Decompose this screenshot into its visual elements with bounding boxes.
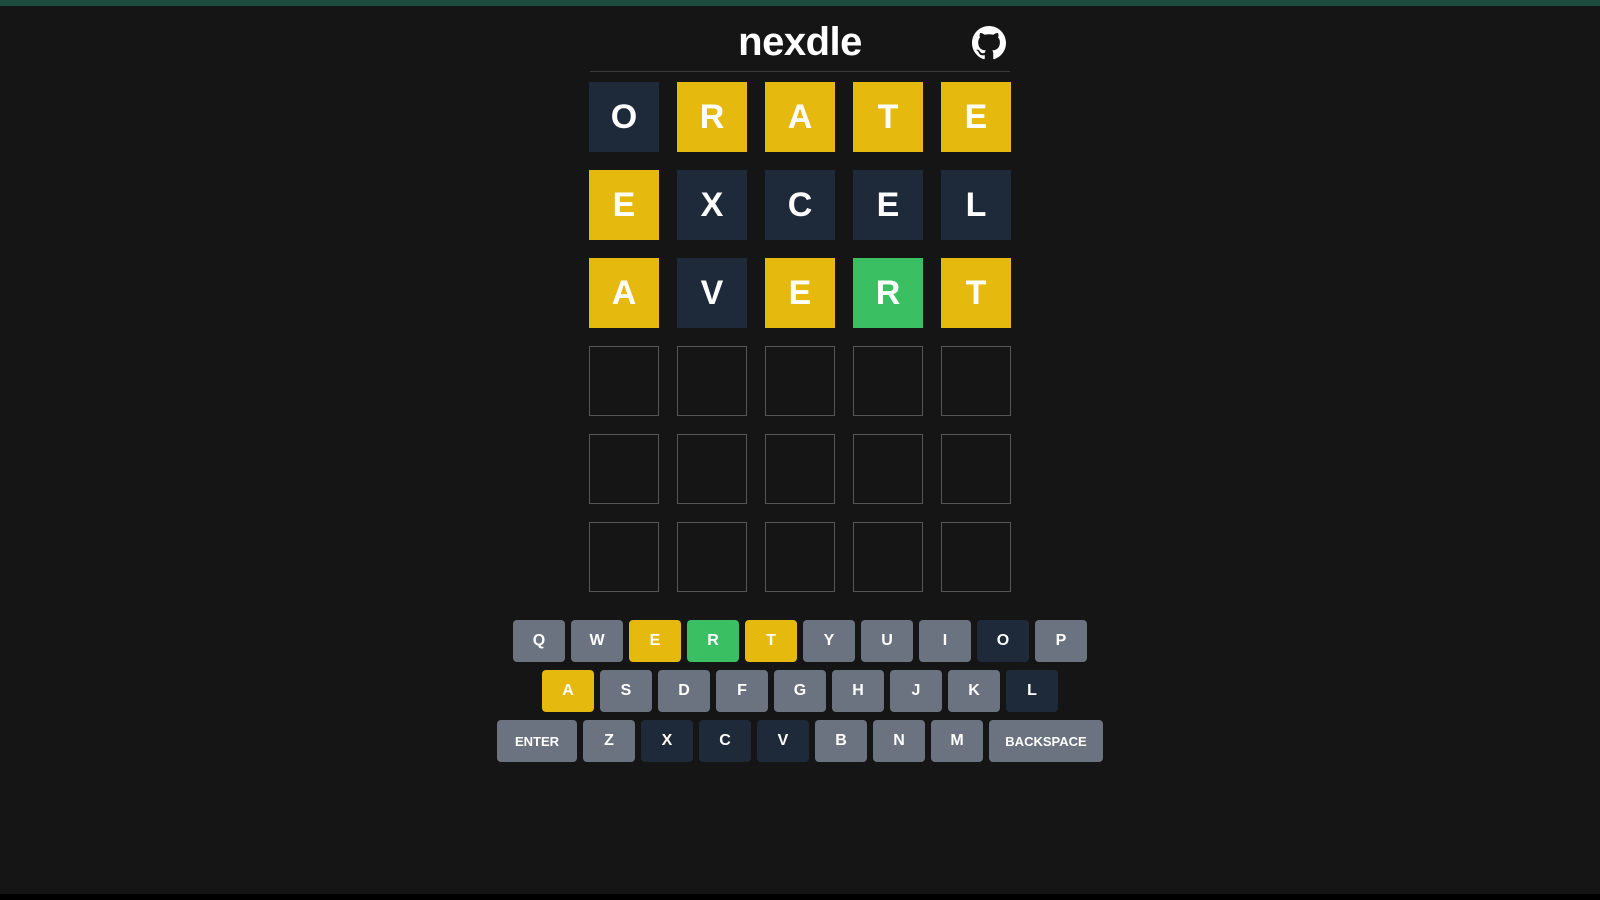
key-q[interactable]: Q [513,620,565,662]
tile: O [589,82,659,152]
enter-key[interactable]: ENTER [497,720,577,762]
tile: A [589,258,659,328]
tile: A [765,82,835,152]
tile [941,434,1011,504]
key-g[interactable]: G [774,670,826,712]
key-y[interactable]: Y [803,620,855,662]
key-n[interactable]: N [873,720,925,762]
backspace-key[interactable]: BACKSPACE [989,720,1103,762]
key-u[interactable]: U [861,620,913,662]
tile: E [589,170,659,240]
tile [853,522,923,592]
tile [853,434,923,504]
key-o[interactable]: O [977,620,1029,662]
key-v[interactable]: V [757,720,809,762]
tile [941,346,1011,416]
board-row [589,522,1011,592]
key-m[interactable]: M [931,720,983,762]
key-s[interactable]: S [600,670,652,712]
board-row: AVERT [589,258,1011,328]
key-r[interactable]: R [687,620,739,662]
keyboard-row: ENTERZXCVBNMBACKSPACE [497,720,1103,762]
board-row: ORATE [589,82,1011,152]
tile [589,522,659,592]
github-link[interactable] [972,26,1006,60]
tile: T [941,258,1011,328]
tile [589,346,659,416]
key-d[interactable]: D [658,670,710,712]
key-z[interactable]: Z [583,720,635,762]
tile: E [941,82,1011,152]
key-x[interactable]: X [641,720,693,762]
tile: T [853,82,923,152]
key-k[interactable]: K [948,670,1000,712]
tile: V [677,258,747,328]
header: nexdle [590,6,1010,72]
key-j[interactable]: J [890,670,942,712]
board-row: EXCEL [589,170,1011,240]
key-e[interactable]: E [629,620,681,662]
github-icon [972,26,1006,60]
keyboard: QWERTYUIOP ASDFGHJKL ENTERZXCVBNMBACKSPACE [497,620,1103,762]
app-stage: nexdle ORATEEXCELAVERT QWERTYUIOPASDFGHJ… [0,6,1600,894]
key-t[interactable]: T [745,620,797,662]
tile [677,522,747,592]
game-container: nexdle ORATEEXCELAVERT QWERTYUIOPASDFGHJ… [590,6,1010,894]
key-p[interactable]: P [1035,620,1087,662]
board-row [589,346,1011,416]
tile: L [941,170,1011,240]
keyboard-row: ASDFGHJKL [542,670,1058,712]
key-h[interactable]: H [832,670,884,712]
key-a[interactable]: A [542,670,594,712]
tile [765,434,835,504]
tile: E [853,170,923,240]
tile [677,346,747,416]
key-l[interactable]: L [1006,670,1058,712]
tile: X [677,170,747,240]
key-f[interactable]: F [716,670,768,712]
key-i[interactable]: I [919,620,971,662]
game-board: ORATEEXCELAVERT [589,82,1011,592]
tile: C [765,170,835,240]
tile: R [853,258,923,328]
tile [853,346,923,416]
tile [765,346,835,416]
keyboard-row: QWERTYUIOP [513,620,1087,662]
tile [765,522,835,592]
page-title: nexdle [738,20,862,65]
tile [677,434,747,504]
tile [589,434,659,504]
tile: E [765,258,835,328]
tile [941,522,1011,592]
key-c[interactable]: C [699,720,751,762]
key-b[interactable]: B [815,720,867,762]
board-row [589,434,1011,504]
tile: R [677,82,747,152]
key-w[interactable]: W [571,620,623,662]
